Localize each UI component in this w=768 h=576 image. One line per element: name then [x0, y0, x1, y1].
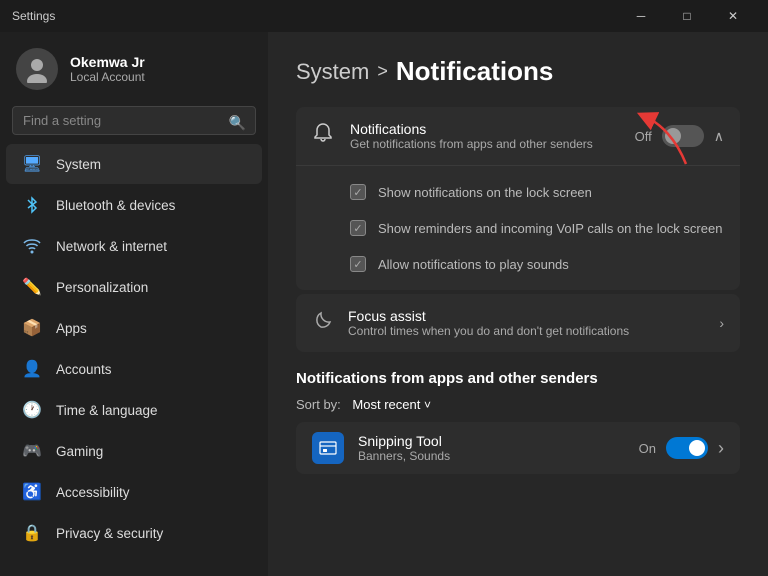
notifications-subtitle: Get notifications from apps and other se…: [350, 137, 621, 151]
sidebar-item-network[interactable]: Network & internet: [6, 226, 262, 266]
user-name: Okemwa Jr: [70, 54, 145, 70]
avatar: [16, 48, 58, 90]
titlebar-title: Settings: [12, 9, 55, 23]
focus-title: Focus assist: [348, 308, 705, 324]
maximize-button[interactable]: □: [664, 0, 710, 32]
sidebar: Okemwa Jr Local Account 🔍 🖥 System Bluet: [0, 32, 268, 576]
minimize-button[interactable]: ─: [618, 0, 664, 32]
breadcrumb: System > Notifications: [296, 56, 740, 87]
app-notif-snipping-tool: Snipping Tool Banners, Sounds On ›: [296, 422, 740, 474]
sub-option-sounds-label: Allow notifications to play sounds: [378, 257, 569, 272]
sidebar-item-time[interactable]: 🕐 Time & language: [6, 390, 262, 430]
notifications-text: Notifications Get notifications from app…: [350, 121, 621, 151]
sidebar-item-privacy[interactable]: 🔒 Privacy & security: [6, 513, 262, 553]
gaming-icon: 🎮: [22, 441, 42, 461]
sidebar-label-time: Time & language: [56, 403, 158, 418]
sub-options: ✓ Show notifications on the lock screen …: [296, 165, 740, 290]
sub-option-sounds: ✓ Allow notifications to play sounds: [296, 246, 740, 282]
sidebar-label-accounts: Accounts: [56, 362, 112, 377]
sort-bar: Sort by: Most recent ˅: [296, 397, 740, 412]
breadcrumb-system: System: [296, 59, 369, 85]
accounts-icon: 👤: [22, 359, 42, 379]
sidebar-label-gaming: Gaming: [56, 444, 103, 459]
system-icon: 🖥: [22, 154, 42, 174]
breadcrumb-current: Notifications: [396, 56, 553, 87]
personalization-icon: ✏️: [22, 277, 42, 297]
search-input[interactable]: [12, 106, 256, 135]
titlebar: Settings ─ □ ✕: [0, 0, 768, 32]
toggle-thumb: [665, 128, 681, 144]
sort-dropdown[interactable]: Most recent ˅: [352, 397, 431, 412]
sidebar-item-system[interactable]: 🖥 System: [6, 144, 262, 184]
network-icon: [22, 236, 42, 256]
apps-icon: 📦: [22, 318, 42, 338]
sidebar-label-personalization: Personalization: [56, 280, 148, 295]
app-chevron-right-icon[interactable]: ›: [718, 438, 724, 459]
sort-chevron-icon: ˅: [424, 398, 431, 412]
app-notif-toggle-area: On ›: [639, 437, 724, 459]
time-icon: 🕐: [22, 400, 42, 420]
user-info: Okemwa Jr Local Account: [70, 54, 145, 84]
notifications-card: Notifications Get notifications from app…: [296, 107, 740, 290]
accessibility-icon: ♿: [22, 482, 42, 502]
sidebar-label-apps: Apps: [56, 321, 87, 336]
app-notif-toggle[interactable]: [666, 437, 708, 459]
sidebar-item-accounts[interactable]: 👤 Accounts: [6, 349, 262, 389]
app-notif-sub: Banners, Sounds: [358, 449, 625, 463]
sub-option-reminders-label: Show reminders and incoming VoIP calls o…: [378, 221, 722, 236]
sidebar-item-apps[interactable]: 📦 Apps: [6, 308, 262, 348]
sidebar-label-network: Network & internet: [56, 239, 167, 254]
sub-option-lockscreen: ✓ Show notifications on the lock screen: [296, 174, 740, 210]
sidebar-item-accessibility[interactable]: ♿ Accessibility: [6, 472, 262, 512]
sidebar-item-bluetooth[interactable]: Bluetooth & devices: [6, 185, 262, 225]
search-container: 🔍: [0, 102, 268, 143]
sidebar-label-system: System: [56, 157, 101, 172]
sort-label: Sort by:: [296, 397, 341, 412]
focus-assist-card[interactable]: Focus assist Control times when you do a…: [296, 294, 740, 352]
content-area: System > Notifications Notifications Get…: [268, 32, 768, 576]
app-notif-name: Snipping Tool: [358, 433, 625, 449]
nav-items: 🖥 System Bluetooth & devices: [0, 143, 268, 554]
close-button[interactable]: ✕: [710, 0, 756, 32]
privacy-icon: 🔒: [22, 523, 42, 543]
bell-icon: [312, 122, 336, 150]
notifications-toggle-area: Off ∧: [635, 125, 724, 147]
chevron-up-icon[interactable]: ∧: [714, 128, 724, 145]
from-apps-title: Notifications from apps and other sender…: [296, 370, 740, 387]
sort-value: Most recent: [352, 397, 420, 412]
focus-subtitle: Control times when you do and don't get …: [348, 324, 705, 338]
window-controls: ─ □ ✕: [618, 0, 756, 32]
sidebar-label-accessibility: Accessibility: [56, 485, 130, 500]
user-profile: Okemwa Jr Local Account: [0, 32, 268, 102]
app-container: Okemwa Jr Local Account 🔍 🖥 System Bluet: [0, 32, 768, 576]
toggle-off-label: Off: [635, 129, 652, 144]
notifications-header: Notifications Get notifications from app…: [296, 107, 740, 165]
checkbox-reminders[interactable]: ✓: [350, 220, 366, 236]
sidebar-item-gaming[interactable]: 🎮 Gaming: [6, 431, 262, 471]
sub-option-lockscreen-label: Show notifications on the lock screen: [378, 185, 592, 200]
moon-icon: [312, 309, 334, 337]
user-account-type: Local Account: [70, 70, 145, 84]
sub-option-reminders: ✓ Show reminders and incoming VoIP calls…: [296, 210, 740, 246]
bluetooth-icon: [22, 195, 42, 215]
app-toggle-thumb: [689, 440, 705, 456]
notifications-title: Notifications: [350, 121, 621, 137]
app-notif-text: Snipping Tool Banners, Sounds: [358, 433, 625, 463]
chevron-right-icon: ›: [719, 315, 724, 331]
sidebar-label-bluetooth: Bluetooth & devices: [56, 198, 175, 213]
sidebar-label-privacy: Privacy & security: [56, 526, 163, 541]
notifications-toggle[interactable]: [662, 125, 704, 147]
snipping-tool-icon: [312, 432, 344, 464]
search-icon: 🔍: [229, 114, 246, 131]
checkbox-sounds[interactable]: ✓: [350, 256, 366, 272]
sidebar-item-personalization[interactable]: ✏️ Personalization: [6, 267, 262, 307]
app-toggle-label: On: [639, 441, 656, 456]
focus-text: Focus assist Control times when you do a…: [348, 308, 705, 338]
breadcrumb-separator: >: [377, 61, 388, 82]
checkbox-lockscreen[interactable]: ✓: [350, 184, 366, 200]
